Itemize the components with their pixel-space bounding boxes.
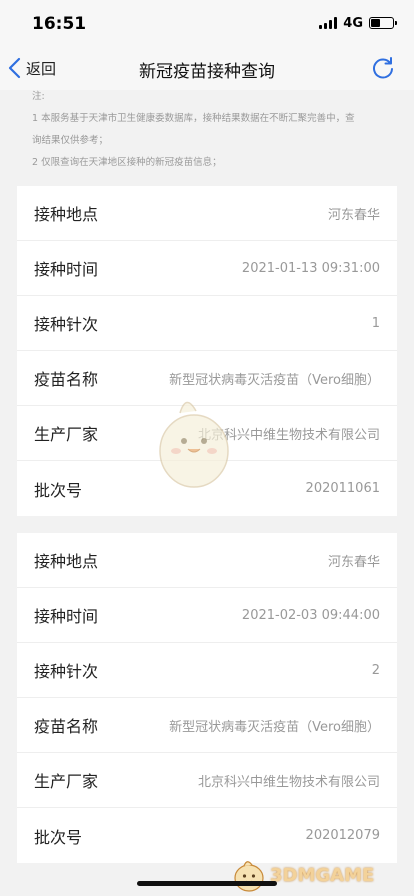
row-value: 北京科兴中维生物技术有限公司 bbox=[197, 774, 380, 790]
row-label: 生产厂家 bbox=[34, 425, 99, 444]
notes-heading: 注: bbox=[32, 91, 45, 102]
row-value: 新型冠状病毒灭活疫苗（Vero细胞） bbox=[169, 719, 380, 735]
row-value: 2 bbox=[371, 662, 380, 678]
row-label: 接种针次 bbox=[34, 315, 99, 334]
vaccination-record-card: 接种地点 河东春华 接种时间 2021-02-03 09:44:00 接种针次 … bbox=[17, 533, 397, 863]
row-label: 批次号 bbox=[34, 480, 83, 500]
mascot-logo-icon bbox=[234, 861, 264, 892]
nav-bar: 返回 新冠疫苗接种查询 bbox=[0, 46, 414, 90]
record-row-dose: 接种针次 1 bbox=[17, 296, 397, 351]
status-indicators: 4G bbox=[319, 15, 397, 31]
page-title: 新冠疫苗接种查询 bbox=[139, 62, 275, 82]
row-label: 批次号 bbox=[34, 827, 83, 847]
refresh-button[interactable] bbox=[370, 55, 396, 81]
record-row-site: 接种地点 河东春华 bbox=[17, 186, 397, 241]
row-label: 接种地点 bbox=[34, 552, 99, 571]
row-value: 1 bbox=[371, 315, 380, 331]
notes: 注: 1 本服务基于天津市卫生健康委数据库，接种结果数据在不断汇聚完善中，查 询… bbox=[32, 86, 392, 174]
row-label: 接种时间 bbox=[34, 607, 99, 626]
record-row-vaccine: 疫苗名称 新型冠状病毒灭活疫苗（Vero细胞） bbox=[17, 698, 397, 753]
row-label: 接种时间 bbox=[34, 260, 99, 279]
row-label: 接种针次 bbox=[34, 662, 99, 681]
row-value: 202012079 bbox=[305, 828, 380, 843]
record-row-time: 接种时间 2021-02-03 09:44:00 bbox=[17, 588, 397, 643]
status-time: 16:51 bbox=[32, 14, 87, 34]
record-row-site: 接种地点 河东春华 bbox=[17, 533, 397, 588]
status-bar: 16:51 4G bbox=[0, 0, 414, 46]
refresh-icon bbox=[373, 57, 393, 79]
row-label: 疫苗名称 bbox=[34, 370, 99, 389]
row-value: 202011061 bbox=[305, 481, 380, 496]
home-indicator[interactable] bbox=[137, 881, 277, 886]
notes-line: 2 仅限查询在天津地区接种的新冠疫苗信息； bbox=[32, 157, 222, 168]
row-value: 河东春华 bbox=[327, 554, 380, 570]
record-row-manufacturer: 生产厂家 北京科兴中维生物技术有限公司 bbox=[17, 753, 397, 808]
mascot-watermark-icon bbox=[159, 401, 229, 488]
signal-icon bbox=[319, 17, 338, 29]
row-label: 接种地点 bbox=[34, 205, 99, 224]
record-row-dose: 接种针次 2 bbox=[17, 643, 397, 698]
brand-text: 3DMGAME bbox=[270, 864, 375, 886]
brand-watermark: 3DMGAME bbox=[232, 855, 412, 895]
row-value: 2021-02-03 09:44:00 bbox=[241, 607, 380, 623]
row-label: 生产厂家 bbox=[34, 772, 99, 791]
notes-line: 询结果仅供参考； bbox=[32, 135, 109, 146]
notes-line: 1 本服务基于天津市卫生健康委数据库，接种结果数据在不断汇聚完善中，查 bbox=[32, 113, 355, 124]
record-row-time: 接种时间 2021-01-13 09:31:00 bbox=[17, 241, 397, 296]
row-value: 河东春华 bbox=[327, 207, 380, 223]
battery-icon bbox=[369, 17, 397, 29]
battery-level bbox=[371, 19, 381, 27]
row-value: 2021-01-13 09:31:00 bbox=[241, 260, 380, 276]
network-label: 4G bbox=[343, 15, 363, 31]
row-label: 疫苗名称 bbox=[34, 717, 99, 736]
